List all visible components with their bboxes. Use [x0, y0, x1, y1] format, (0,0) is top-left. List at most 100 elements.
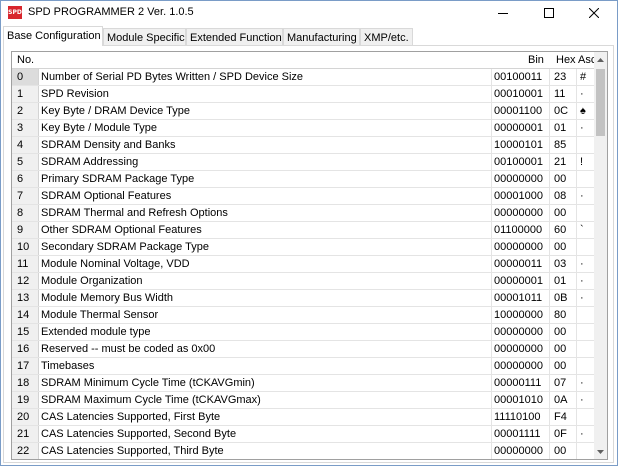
bin-value-cell[interactable]: 10000101: [492, 137, 550, 153]
row-number-cell[interactable]: 5: [12, 154, 39, 170]
row-number-cell[interactable]: 10: [12, 239, 39, 255]
bin-value-cell[interactable]: 00000001: [492, 120, 550, 136]
ascii-value-cell[interactable]: [577, 324, 594, 340]
hex-value-cell[interactable]: 60: [550, 222, 577, 238]
field-name-cell[interactable]: SDRAM Minimum Cycle Time (tCKAVGmin): [39, 375, 492, 391]
ascii-value-cell[interactable]: `: [577, 222, 594, 238]
field-name-cell[interactable]: SDRAM Density and Banks: [39, 137, 492, 153]
hex-value-cell[interactable]: 23: [550, 69, 577, 85]
hex-value-cell[interactable]: 0C: [550, 103, 577, 119]
row-number-cell[interactable]: 4: [12, 137, 39, 153]
table-row[interactable]: 12 Module Organization 00000001 01 ·: [12, 273, 594, 290]
bin-value-cell[interactable]: 00001111: [492, 426, 550, 442]
row-number-cell[interactable]: 8: [12, 205, 39, 221]
hex-value-cell[interactable]: 0F: [550, 426, 577, 442]
row-number-cell[interactable]: 15: [12, 324, 39, 340]
hex-value-cell[interactable]: 00: [550, 341, 577, 357]
table-row[interactable]: 19 SDRAM Maximum Cycle Time (tCKAVGmax) 00…: [12, 392, 594, 409]
maximize-button[interactable]: [526, 1, 572, 25]
bin-value-cell[interactable]: 00001000: [492, 188, 550, 204]
bin-value-cell[interactable]: 01100000: [492, 222, 550, 238]
table-row[interactable]: 4 SDRAM Density and Banks 10000101 85: [12, 137, 594, 154]
bin-value-cell[interactable]: 00001011: [492, 290, 550, 306]
hex-value-cell[interactable]: 00: [550, 324, 577, 340]
field-name-cell[interactable]: CAS Latencies Supported, First Byte: [39, 409, 492, 425]
column-header-name[interactable]: [41, 52, 492, 68]
field-name-cell[interactable]: SPD Revision: [39, 86, 492, 102]
field-name-cell[interactable]: Secondary SDRAM Package Type: [39, 239, 492, 255]
hex-value-cell[interactable]: 00: [550, 171, 577, 187]
row-number-cell[interactable]: 0: [12, 69, 39, 85]
scrollbar-thumb[interactable]: [596, 69, 605, 136]
table-row[interactable]: 8 SDRAM Thermal and Refresh Options 000000…: [12, 205, 594, 222]
bin-value-cell[interactable]: 00000011: [492, 256, 550, 272]
row-number-cell[interactable]: 22: [12, 443, 39, 459]
hex-value-cell[interactable]: 01: [550, 273, 577, 289]
field-name-cell[interactable]: Key Byte / Module Type: [39, 120, 492, 136]
ascii-value-cell[interactable]: [577, 205, 594, 221]
table-row[interactable]: 1 SPD Revision 00010001 11 ·: [12, 86, 594, 103]
field-name-cell[interactable]: Module Thermal Sensor: [39, 307, 492, 323]
bin-value-cell[interactable]: 00000000: [492, 341, 550, 357]
title-bar[interactable]: SPD SPD PROGRAMMER 2 Ver. 1.0.5: [1, 1, 617, 25]
ascii-value-cell[interactable]: [577, 443, 594, 459]
ascii-value-cell[interactable]: ♠: [577, 103, 594, 119]
bin-value-cell[interactable]: 00100011: [492, 69, 550, 85]
hex-value-cell[interactable]: 11: [550, 86, 577, 102]
table-row[interactable]: 0 Number of Serial PD Bytes Written / SPD…: [12, 69, 594, 86]
ascii-value-cell[interactable]: #: [577, 69, 594, 85]
close-button[interactable]: [571, 1, 617, 25]
table-row[interactable]: 18 SDRAM Minimum Cycle Time (tCKAVGmin) 00…: [12, 375, 594, 392]
row-number-cell[interactable]: 19: [12, 392, 39, 408]
ascii-value-cell[interactable]: ·: [577, 273, 594, 289]
vertical-scrollbar[interactable]: [594, 52, 607, 459]
table-row[interactable]: 6 Primary SDRAM Package Type 00000000 00: [12, 171, 594, 188]
hex-value-cell[interactable]: 80: [550, 307, 577, 323]
row-number-cell[interactable]: 3: [12, 120, 39, 136]
ascii-value-cell[interactable]: [577, 409, 594, 425]
scroll-up-button[interactable]: [594, 52, 607, 67]
ascii-value-cell[interactable]: ·: [577, 86, 594, 102]
bin-value-cell[interactable]: 00000000: [492, 239, 550, 255]
bin-value-cell[interactable]: 00010001: [492, 86, 550, 102]
bin-value-cell[interactable]: 00100001: [492, 154, 550, 170]
row-number-cell[interactable]: 12: [12, 273, 39, 289]
ascii-value-cell[interactable]: [577, 358, 594, 374]
hex-value-cell[interactable]: 85: [550, 137, 577, 153]
ascii-value-cell[interactable]: ·: [577, 120, 594, 136]
row-number-cell[interactable]: 2: [12, 103, 39, 119]
row-number-cell[interactable]: 18: [12, 375, 39, 391]
bin-value-cell[interactable]: 00000000: [492, 324, 550, 340]
table-row[interactable]: 9 Other SDRAM Optional Features 01100000 60…: [12, 222, 594, 239]
field-name-cell[interactable]: Module Memory Bus Width: [39, 290, 492, 306]
field-name-cell[interactable]: CAS Latencies Supported, Third Byte: [39, 443, 492, 459]
field-name-cell[interactable]: Other SDRAM Optional Features: [39, 222, 492, 238]
field-name-cell[interactable]: Extended module type: [39, 324, 492, 340]
ascii-value-cell[interactable]: [577, 171, 594, 187]
table-row[interactable]: 17 Timebases 00000000 00: [12, 358, 594, 375]
ascii-value-cell[interactable]: [577, 239, 594, 255]
hex-value-cell[interactable]: 0A: [550, 392, 577, 408]
bin-value-cell[interactable]: 11110100: [492, 409, 550, 425]
ascii-value-cell[interactable]: [577, 137, 594, 153]
column-header-asc[interactable]: Asc: [578, 52, 596, 68]
row-number-cell[interactable]: 1: [12, 86, 39, 102]
table-row[interactable]: 10 Secondary SDRAM Package Type 00000000 00: [12, 239, 594, 256]
ascii-value-cell[interactable]: ·: [577, 392, 594, 408]
field-name-cell[interactable]: SDRAM Addressing: [39, 154, 492, 170]
tab-module-specific[interactable]: Module Specific: [103, 28, 186, 46]
hex-value-cell[interactable]: 00: [550, 443, 577, 459]
scroll-down-button[interactable]: [594, 444, 607, 459]
row-number-cell[interactable]: 6: [12, 171, 39, 187]
field-name-cell[interactable]: SDRAM Maximum Cycle Time (tCKAVGmax): [39, 392, 492, 408]
table-row[interactable]: 11 Module Nominal Voltage, VDD 00000011 03 ·: [12, 256, 594, 273]
row-number-cell[interactable]: 16: [12, 341, 39, 357]
tab-extended-function[interactable]: Extended Function: [186, 28, 283, 46]
ascii-value-cell[interactable]: ·: [577, 290, 594, 306]
bin-value-cell[interactable]: 00001100: [492, 103, 550, 119]
field-name-cell[interactable]: CAS Latencies Supported, Second Byte: [39, 426, 492, 442]
row-number-cell[interactable]: 7: [12, 188, 39, 204]
field-name-cell[interactable]: Key Byte / DRAM Device Type: [39, 103, 492, 119]
field-name-cell[interactable]: Primary SDRAM Package Type: [39, 171, 492, 187]
bin-value-cell[interactable]: 00000000: [492, 358, 550, 374]
